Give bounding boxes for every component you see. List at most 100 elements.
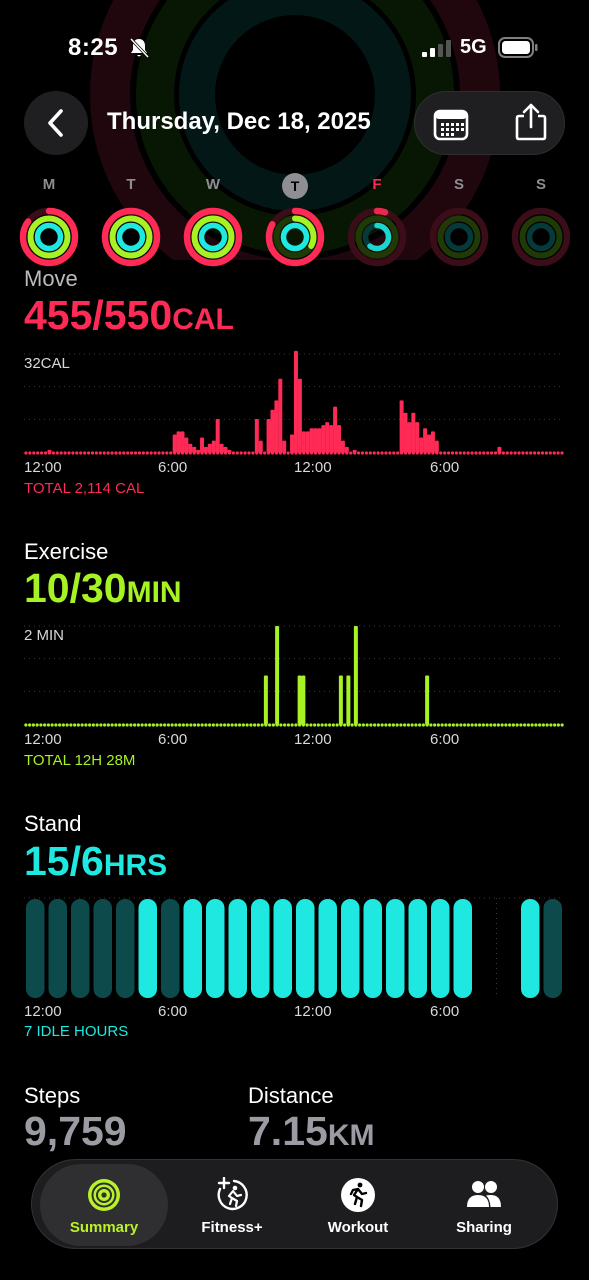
baseline-dot xyxy=(63,451,67,455)
baseline-dot xyxy=(241,723,245,727)
bar-96 xyxy=(399,400,404,453)
stand-ring-progress xyxy=(280,222,310,252)
bar-73 xyxy=(309,428,314,453)
baseline-dot xyxy=(451,723,455,727)
tab-fitness-plus[interactable]: Fitness+ xyxy=(168,1164,296,1246)
baseline-dot xyxy=(215,723,219,727)
baseline-dot xyxy=(84,723,88,727)
baseline-dot xyxy=(110,723,114,727)
baseline-dot xyxy=(384,723,388,727)
stand-hour-17 xyxy=(408,899,427,998)
bar-62 xyxy=(266,418,271,453)
baseline-dot xyxy=(251,451,255,455)
baseline-dot xyxy=(538,723,542,727)
stand-hour-18 xyxy=(431,899,450,998)
baseline-dot xyxy=(32,451,36,455)
baseline-dot xyxy=(90,451,95,455)
baseline-dot xyxy=(496,723,500,727)
exercise-value-unit: MIN xyxy=(126,576,182,609)
move-x-label-0: 12:00 xyxy=(24,459,62,476)
baseline-dot xyxy=(525,451,529,455)
baseline-dot xyxy=(155,723,159,727)
stand-chart xyxy=(24,897,564,998)
steps-label: Steps xyxy=(24,1083,81,1108)
stand-value-number: 15/6 xyxy=(24,838,104,884)
baseline-dot xyxy=(144,723,148,727)
bar-50 xyxy=(219,443,224,453)
baseline-dot xyxy=(391,723,395,727)
share-icon[interactable] xyxy=(513,102,549,142)
baseline-dot xyxy=(556,451,560,455)
baseline-dot xyxy=(54,723,58,727)
stand-x-label-3: 6:00 xyxy=(430,1003,460,1020)
baseline-dot xyxy=(474,451,478,455)
baseline-dot xyxy=(118,451,122,455)
bar-97 xyxy=(403,412,408,453)
baseline-dot xyxy=(454,451,458,455)
stand-hour-4 xyxy=(116,899,135,998)
back-button[interactable] xyxy=(24,91,88,155)
stand-hour-11 xyxy=(273,899,292,998)
day-0[interactable]: M xyxy=(18,172,80,272)
stand-value: 15/6HRS xyxy=(24,838,167,885)
day-1[interactable]: T xyxy=(100,172,162,272)
stand-total: 7 IDLE HOURS xyxy=(24,1023,129,1040)
bar-69 xyxy=(293,350,298,453)
day-5[interactable]: S xyxy=(428,172,490,272)
baseline-dot xyxy=(526,723,530,727)
baseline-dot xyxy=(429,723,433,727)
stand-hour-8 xyxy=(206,899,225,998)
bar-41 xyxy=(184,437,189,453)
baseline-dot xyxy=(235,451,239,455)
baseline-dot xyxy=(125,723,129,727)
page-title: Thursday, Dec 18, 2025 xyxy=(107,108,371,135)
baseline-dot xyxy=(91,723,95,727)
tab-sharing[interactable]: Sharing xyxy=(420,1164,548,1246)
baseline-dot xyxy=(39,723,43,727)
distance-label: Distance xyxy=(248,1083,334,1108)
bar-121 xyxy=(497,446,502,453)
bar-103 xyxy=(427,434,431,453)
baseline-dot xyxy=(28,451,32,455)
baseline-dot xyxy=(486,451,490,455)
baseline-dot xyxy=(163,723,167,727)
fitness-plus-icon xyxy=(217,1177,248,1211)
baseline-dot xyxy=(129,723,133,727)
baseline-dot xyxy=(59,451,63,455)
baseline-dot xyxy=(376,451,380,455)
chevron-left-icon xyxy=(48,109,63,137)
baseline-dot xyxy=(102,451,106,455)
day-3[interactable]: T xyxy=(264,172,326,272)
baseline-dot xyxy=(534,723,538,727)
baseline-dot xyxy=(80,723,84,727)
move-axis-top: 32CAL xyxy=(24,355,70,372)
tab-summary[interactable]: Summary xyxy=(40,1164,168,1246)
baseline-dot xyxy=(470,451,474,455)
baseline-dot xyxy=(170,723,174,727)
baseline-dot xyxy=(533,451,537,455)
day-6[interactable]: S xyxy=(510,172,572,272)
baseline-dot xyxy=(305,723,309,727)
baseline-dot xyxy=(373,723,377,727)
bar-45 xyxy=(200,437,205,453)
baseline-dot xyxy=(500,723,504,727)
baseline-dot xyxy=(358,723,362,727)
baseline-dot xyxy=(219,723,223,727)
bar-48 xyxy=(211,440,216,453)
baseline-dot xyxy=(440,723,444,727)
baseline-dot xyxy=(223,723,227,727)
baseline-dot xyxy=(157,451,161,455)
day-2[interactable]: W xyxy=(182,172,244,272)
baseline-dot xyxy=(83,451,87,455)
baseline-dot xyxy=(24,451,28,455)
tab-workout[interactable]: Workout xyxy=(294,1164,422,1246)
bar-67 xyxy=(275,626,280,725)
bell-muted-icon xyxy=(129,37,150,59)
baseline-dot xyxy=(263,451,267,455)
baseline-dot xyxy=(51,451,55,455)
stand-hour-16 xyxy=(386,899,405,998)
calendar-icon[interactable] xyxy=(433,106,469,142)
baseline-dot xyxy=(313,723,317,727)
day-4[interactable]: F xyxy=(346,172,408,272)
baseline-dot xyxy=(50,723,54,727)
